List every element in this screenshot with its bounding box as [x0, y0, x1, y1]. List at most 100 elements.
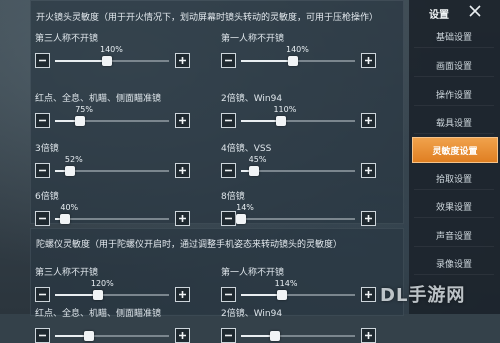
minus-icon — [225, 334, 232, 337]
minus-icon — [225, 217, 232, 220]
slider-thumb[interactable] — [75, 116, 86, 126]
sidebar-item[interactable]: 效果设置 — [414, 195, 494, 218]
slider-track[interactable] — [241, 331, 355, 341]
sidebar-item[interactable]: 拾取设置 — [414, 167, 494, 190]
sensitivity-slider[interactable]: 第一人称不开镜 140% — [218, 31, 378, 68]
slider-thumb[interactable] — [248, 166, 259, 176]
slider-label: 8倍镜 — [221, 192, 245, 202]
increase-button[interactable] — [175, 113, 190, 128]
slider-track[interactable] — [241, 290, 355, 300]
plus-icon — [365, 167, 372, 174]
increase-button[interactable] — [361, 53, 376, 68]
sensitivity-slider[interactable]: 2倍镜、Win94 110% — [218, 91, 378, 128]
slider-thumb[interactable] — [277, 290, 288, 300]
slider-label: 3倍镜 — [35, 144, 59, 154]
slider-track[interactable] — [241, 56, 355, 66]
sensitivity-slider[interactable]: 4倍镜、VSS 45% — [218, 141, 378, 178]
settings-title: 设置 — [429, 10, 449, 21]
slider-track[interactable] — [236, 214, 355, 224]
slider-value: 110% — [273, 105, 297, 114]
slider-fill — [55, 294, 99, 296]
slider-label: 第三人称不开镜 — [35, 268, 99, 278]
slider-value: 114% — [274, 279, 298, 288]
plus-icon — [365, 215, 372, 222]
slider-thumb[interactable] — [288, 56, 299, 66]
sidebar-item[interactable]: 画面设置 — [414, 54, 494, 77]
slider-value: 45% — [248, 155, 267, 164]
decrease-button[interactable] — [35, 53, 50, 68]
plus-icon — [365, 291, 372, 298]
decrease-button[interactable] — [221, 287, 236, 302]
decrease-button[interactable] — [221, 163, 236, 178]
sensitivity-slider[interactable]: 红点、全息、机瞄、侧面瞄准镜 75% — [32, 91, 192, 128]
slider-track[interactable] — [55, 331, 169, 341]
increase-button[interactable] — [361, 211, 376, 226]
slider-track[interactable] — [55, 116, 169, 126]
slider-value: 40% — [60, 203, 79, 212]
slider-thumb[interactable] — [60, 214, 71, 224]
minus-icon — [39, 59, 46, 62]
increase-button[interactable] — [361, 163, 376, 178]
slider-thumb[interactable] — [236, 214, 246, 224]
decrease-button[interactable] — [35, 287, 50, 302]
slider-thumb[interactable] — [102, 56, 113, 66]
slider-track[interactable] — [241, 116, 355, 126]
decrease-button[interactable] — [35, 211, 50, 226]
increase-button[interactable] — [361, 287, 376, 302]
increase-button[interactable] — [175, 328, 190, 343]
decrease-button[interactable] — [35, 163, 50, 178]
slider-thumb[interactable] — [64, 166, 75, 176]
decrease-button[interactable] — [35, 113, 50, 128]
slider-fill — [55, 60, 108, 62]
slider-thumb[interactable] — [270, 331, 281, 341]
decrease-button[interactable] — [221, 328, 236, 343]
increase-button[interactable] — [361, 113, 376, 128]
slider-thumb[interactable] — [275, 116, 286, 126]
increase-button[interactable] — [175, 163, 190, 178]
sidebar-item[interactable]: 声音设置 — [414, 224, 494, 247]
close-button[interactable] — [462, 1, 488, 21]
sensitivity-slider[interactable]: 红点、全息、机瞄、侧面瞄准镜 — [32, 306, 192, 343]
sensitivity-slider[interactable]: 2倍镜、Win94 — [218, 306, 378, 343]
plus-icon — [365, 332, 372, 339]
sidebar-item[interactable]: 灵敏度设置 — [412, 137, 498, 163]
sidebar-item[interactable]: 录像设置 — [414, 252, 494, 275]
sensitivity-slider[interactable]: 第三人称不开镜 120% — [32, 265, 192, 302]
plus-icon — [179, 215, 186, 222]
close-icon — [469, 5, 481, 17]
slider-track[interactable] — [55, 214, 169, 224]
slider-value: 140% — [286, 45, 309, 54]
slider-label: 第三人称不开镜 — [35, 34, 99, 44]
slider-track[interactable] — [55, 290, 169, 300]
slider-track[interactable] — [241, 166, 355, 176]
sidebar-item[interactable]: 基础设置 — [414, 25, 494, 48]
decrease-button[interactable] — [221, 53, 236, 68]
sensitivity-slider[interactable]: 8倍镜 14% — [218, 189, 378, 226]
increase-button[interactable] — [361, 328, 376, 343]
sensitivity-slider[interactable]: 第一人称不开镜 114% — [218, 265, 378, 302]
minus-icon — [39, 217, 46, 220]
slider-track[interactable] — [55, 166, 169, 176]
increase-button[interactable] — [175, 53, 190, 68]
slider-track[interactable] — [55, 56, 169, 66]
minus-icon — [225, 293, 232, 296]
decrease-button[interactable] — [35, 328, 50, 343]
slider-value: 75% — [75, 105, 93, 114]
slider-fill — [241, 120, 281, 122]
plus-icon — [179, 291, 186, 298]
sensitivity-slider[interactable]: 6倍镜 40% — [32, 189, 192, 226]
sidebar-item[interactable]: 载具设置 — [414, 111, 494, 134]
slider-thumb[interactable] — [84, 331, 95, 341]
slider-value: 52% — [64, 155, 83, 164]
slider-thumb[interactable] — [93, 290, 104, 300]
sidebar-item[interactable]: 操作设置 — [414, 83, 494, 106]
decrease-button[interactable] — [221, 113, 236, 128]
decrease-button[interactable] — [221, 211, 236, 226]
slider-value: 14% — [236, 203, 254, 212]
sensitivity-slider[interactable]: 3倍镜 52% — [32, 141, 192, 178]
plus-icon — [179, 332, 186, 339]
slider-label: 第一人称不开镜 — [221, 34, 285, 44]
sensitivity-slider[interactable]: 第三人称不开镜 140% — [32, 31, 192, 68]
increase-button[interactable] — [175, 287, 190, 302]
increase-button[interactable] — [175, 211, 190, 226]
